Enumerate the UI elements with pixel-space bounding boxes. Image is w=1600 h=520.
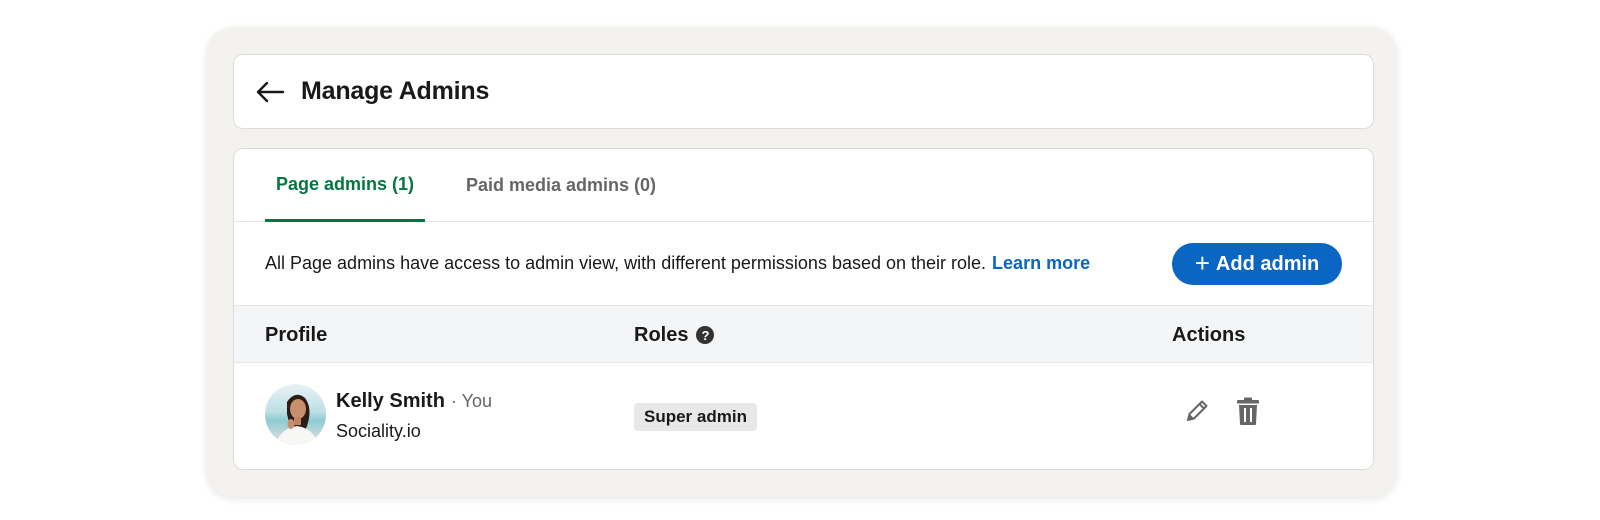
add-admin-label: Add admin bbox=[1215, 252, 1320, 275]
back-button[interactable] bbox=[255, 77, 285, 107]
admin-name[interactable]: Kelly Smith bbox=[336, 390, 445, 413]
role-badge: Super admin bbox=[634, 403, 757, 431]
pencil-icon bbox=[1187, 400, 1208, 421]
admin-company: Sociality.io bbox=[336, 421, 421, 441]
info-row: All Page admins have access to admin vie… bbox=[234, 222, 1373, 305]
column-header-actions: Actions bbox=[1172, 323, 1246, 346]
table-row: Kelly Smith · You Sociality.io Super adm… bbox=[234, 363, 1373, 465]
arrow-left-icon bbox=[256, 81, 285, 102]
column-header-profile: Profile bbox=[265, 323, 328, 346]
tab-paid-media-admins[interactable]: Paid media admins (0) bbox=[466, 149, 656, 222]
manage-admins-panel: Manage Admins Page admins (1) Paid media… bbox=[207, 27, 1397, 497]
add-admin-button[interactable]: + Add admin bbox=[1172, 243, 1342, 285]
you-label: · You bbox=[450, 391, 492, 411]
learn-more-link[interactable]: Learn more bbox=[992, 253, 1090, 274]
tab-bar: Page admins (1) Paid media admins (0) bbox=[234, 149, 1373, 222]
delete-button[interactable] bbox=[1231, 394, 1265, 428]
page-header: Manage Admins bbox=[233, 54, 1374, 129]
help-icon[interactable]: ? bbox=[696, 326, 715, 344]
roles-label: Roles bbox=[634, 323, 689, 346]
tab-page-admins[interactable]: Page admins (1) bbox=[265, 149, 425, 222]
column-header-roles: Roles ? bbox=[634, 306, 715, 364]
edit-button[interactable] bbox=[1180, 394, 1214, 428]
trash-icon bbox=[1237, 397, 1259, 425]
table-header: Profile Roles ? Actions bbox=[234, 305, 1373, 363]
profile-info: Kelly Smith · You Sociality.io bbox=[336, 390, 492, 442]
admins-card: Page admins (1) Paid media admins (0) Al… bbox=[233, 148, 1374, 470]
page-title: Manage Admins bbox=[301, 77, 490, 105]
avatar bbox=[265, 384, 326, 445]
info-text: All Page admins have access to admin vie… bbox=[265, 253, 987, 273]
plus-icon: + bbox=[1194, 248, 1210, 278]
